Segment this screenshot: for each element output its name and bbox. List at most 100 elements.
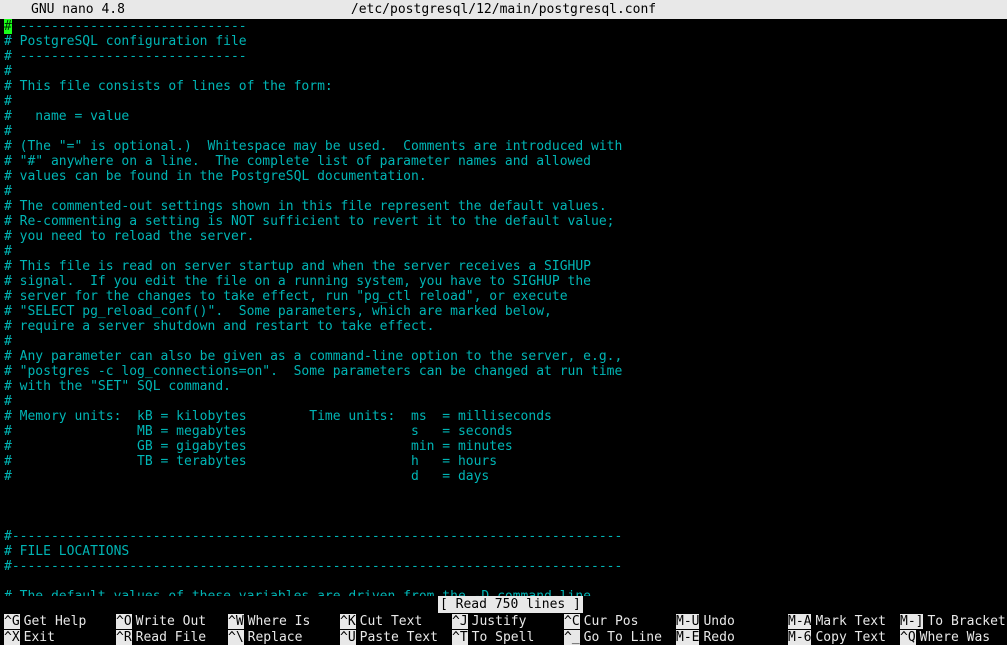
shortcut-key: M-6 (788, 629, 812, 645)
shortcut-label: Write Out (135, 613, 207, 629)
editor-line: #---------------------------------------… (4, 529, 623, 544)
editor-line: # you need to reload the server. (4, 229, 255, 244)
shortcut-label: Cut Text (359, 613, 423, 629)
shortcut-key: ^T (452, 629, 468, 645)
editor-line: # (4, 124, 12, 139)
editor-line: # (The "=" is optional.) Whitespace may … (4, 139, 623, 154)
shortcut-key: ^W (228, 613, 244, 629)
shortcut-redo[interactable]: M-E Redo (676, 629, 735, 645)
shortcut-copy-text[interactable]: M-6 Copy Text (788, 629, 886, 645)
shortcut-label: Exit (23, 629, 55, 645)
editor-line: # MB = megabytes s = seconds (4, 424, 513, 439)
shortcut-write-out[interactable]: ^O Write Out (116, 613, 207, 629)
editor-line: # Memory units: kB = kilobytes Time unit… (4, 409, 552, 424)
editor-line: # FILE LOCATIONS (4, 544, 130, 559)
status-message: [ Read 750 lines ] (438, 596, 583, 613)
app-version-label: GNU nano 4.8 (31, 2, 125, 17)
editor-line: # TB = terabytes h = hours (4, 454, 498, 469)
shortcut-key: ^R (116, 629, 132, 645)
editor-line: # The default values of these variables … (0, 589, 1007, 596)
shortcut-label: Where Is (247, 613, 311, 629)
shortcut-key: ^O (116, 613, 132, 629)
shortcut-label: Copy Text (815, 629, 886, 645)
shortcut-label: Replace (247, 629, 303, 645)
editor-line: #---------------------------------------… (4, 559, 623, 574)
shortcut-undo[interactable]: M-U Undo (676, 613, 735, 629)
shortcut-key: ^\ (228, 629, 244, 645)
shortcut-exit[interactable]: ^X Exit (4, 629, 55, 645)
shortcut-key: M-] (900, 613, 924, 629)
shortcut-key: M-U (676, 613, 700, 629)
editor-line: # Re-commenting a setting is NOT suffici… (4, 214, 615, 229)
shortcut-row-2: ^X Exit ^R Read File ^\ Replace ^U Paste Text ^T… (4, 629, 1007, 645)
shortcut-cut-text[interactable]: ^K Cut Text (340, 613, 423, 629)
file-path-label: /etc/postgresql/12/main/postgresql.conf (350, 2, 657, 17)
editor-line: # ----------------------------- (0, 19, 1007, 34)
editor-line: # (4, 64, 12, 79)
shortcut-label: Cur Pos (583, 613, 639, 629)
editor-line: # "postgres -c log_connections=on". Some… (4, 364, 623, 379)
shortcut-where-is[interactable]: ^W Where Is (228, 613, 311, 629)
shortcut-label: Go To Line (583, 629, 662, 645)
shortcut-label: Read File (135, 629, 207, 645)
shortcut-key: ^C (564, 613, 580, 629)
shortcut-key: ^_ (564, 629, 580, 645)
shortcut-key: ^U (340, 629, 356, 645)
editor-line: # (4, 394, 12, 409)
editor-line: # require a server shutdown and restart … (4, 319, 435, 334)
shortcut-mark-text[interactable]: M-A Mark Text (788, 613, 886, 629)
shortcut-label: Paste Text (359, 629, 438, 645)
shortcut-get-help[interactable]: ^G Get Help (4, 613, 87, 629)
editor-line: # This file is read on server startup an… (4, 259, 591, 274)
shortcut-key: M-A (788, 613, 812, 629)
editor-line: # values can be found in the PostgreSQL … (4, 169, 427, 184)
shortcut-to-bracket[interactable]: M-] To Bracket (900, 613, 1006, 629)
shortcut-where-was[interactable]: ^Q Where Was (900, 629, 991, 645)
shortcut-cur-pos[interactable]: ^C Cur Pos (564, 613, 639, 629)
editor-line: # "#" anywhere on a line. The complete l… (4, 154, 591, 169)
editor-line: # (4, 94, 12, 109)
shortcut-label: Get Help (23, 613, 87, 629)
editor-line: # (4, 334, 12, 349)
shortcut-key: ^K (340, 613, 356, 629)
nano-editor-window: GNU nano 4.8 /etc/postgresql/12/main/pos… (0, 0, 1007, 645)
shortcut-justify[interactable]: ^J Justify (452, 613, 527, 629)
shortcut-label: Justify (471, 613, 527, 629)
shortcut-label: Undo (703, 613, 735, 629)
shortcut-key: ^Q (900, 629, 916, 645)
shortcut-label: Mark Text (815, 613, 886, 629)
editor-line: # with the "SET" SQL command. (4, 379, 231, 394)
editor-line: # (4, 184, 12, 199)
editor-line: # GB = gigabytes min = minutes (4, 439, 513, 454)
editor-line: # The commented-out settings shown in th… (4, 199, 607, 214)
shortcut-key: ^X (4, 629, 20, 645)
shortcut-label: To Spell (471, 629, 535, 645)
shortcut-go-to-line[interactable]: ^_ Go To Line (564, 629, 662, 645)
shortcut-paste-text[interactable]: ^U Paste Text (340, 629, 438, 645)
editor-line: # name = value (4, 109, 130, 124)
shortcut-bar: ^G Get Help ^O Write Out ^W Where Is ^K Cut Tex… (0, 613, 1007, 645)
text-cursor: # (4, 19, 12, 34)
shortcut-key: M-E (676, 629, 700, 645)
shortcut-to-spell[interactable]: ^T To Spell (452, 629, 535, 645)
editor-line: # This file consists of lines of the for… (4, 79, 333, 94)
shortcut-row-1: ^G Get Help ^O Write Out ^W Where Is ^K Cut Tex… (4, 613, 1007, 629)
shortcut-key: ^G (4, 613, 20, 629)
shortcut-label: Where Was (919, 629, 991, 645)
shortcut-replace[interactable]: ^\ Replace (228, 629, 303, 645)
shortcut-key: ^J (452, 613, 468, 629)
editor-line: # server for the changes to take effect,… (4, 289, 568, 304)
editor-line: # (4, 244, 12, 259)
editor-line-text: ----------------------------- (11, 19, 247, 34)
editor-line: # d = days (4, 469, 490, 484)
editor-line: # ----------------------------- (4, 49, 247, 64)
editor-line: # "SELECT pg_reload_conf()". Some parame… (4, 304, 552, 319)
editor-line: # Any parameter can also be given as a c… (4, 349, 623, 364)
text-editor-area[interactable]: # ----------------------------- # Postgre… (0, 19, 1007, 596)
shortcut-read-file[interactable]: ^R Read File (116, 629, 207, 645)
title-bar: GNU nano 4.8 /etc/postgresql/12/main/pos… (0, 0, 1007, 19)
